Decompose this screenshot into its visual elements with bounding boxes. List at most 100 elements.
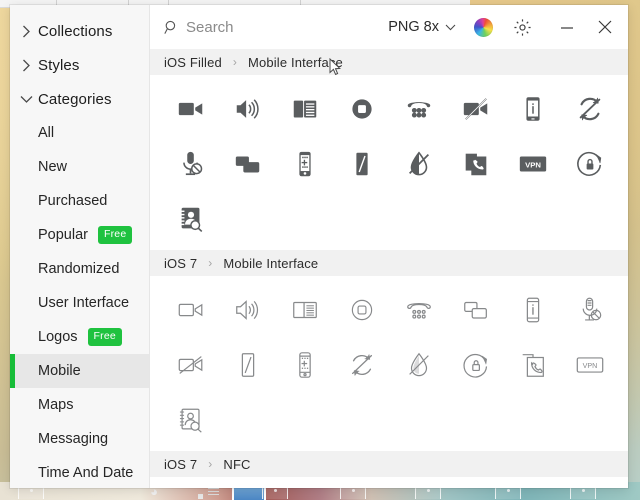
- icon-grid-ios-filled[interactable]: VPN: [150, 75, 628, 250]
- breadcrumb-category: NFC: [223, 456, 251, 472]
- sidebar-item-label: Mobile: [38, 363, 81, 379]
- icon-home-button[interactable]: [333, 282, 390, 337]
- icon-grid-empty-cell: [276, 191, 333, 246]
- icon-phone-info[interactable]: [504, 81, 561, 136]
- sidebar-group-collections[interactable]: Collections: [10, 14, 149, 48]
- icon-grid-empty-cell: [561, 483, 618, 488]
- sidebar-item-logos[interactable]: Logos Free: [10, 320, 149, 354]
- color-wheel-icon[interactable]: [474, 17, 493, 37]
- sidebar-group-label: Styles: [38, 56, 80, 74]
- icon-vpn[interactable]: VPN: [561, 337, 618, 392]
- section-header-ios-filled-mobile-interface: iOS Filled › Mobile Interface: [150, 49, 628, 75]
- sidebar-item-new[interactable]: New: [10, 150, 149, 184]
- icon-multitask-windows[interactable]: [447, 282, 504, 337]
- svg-text:VPN: VPN: [525, 160, 541, 169]
- icon-video-camera[interactable]: [162, 282, 219, 337]
- icon-grid-empty-cell: [333, 392, 390, 447]
- sidebar-item-label: New: [38, 159, 68, 175]
- icon-multitask-windows[interactable]: [219, 136, 276, 191]
- icon-nfc-device[interactable]: [333, 483, 390, 488]
- sidebar[interactable]: Collections Styles Categories All New Pu…: [10, 5, 150, 488]
- icon-water-drop-off[interactable]: [390, 337, 447, 392]
- icon-speaker-volume[interactable]: [219, 81, 276, 136]
- icon-rotation-lock[interactable]: [447, 337, 504, 392]
- minimize-button[interactable]: [554, 14, 580, 40]
- breadcrumb-style: iOS 7: [164, 255, 198, 271]
- breadcrumb-separator-icon: ›: [208, 457, 213, 471]
- icon-flashlight[interactable]: [333, 136, 390, 191]
- sidebar-item-user-interface[interactable]: User Interface: [10, 286, 149, 320]
- icon-grid-ios7[interactable]: VPN: [150, 276, 628, 451]
- sidebar-item-mobile[interactable]: Mobile: [10, 354, 149, 388]
- breadcrumb-style: iOS Filled: [164, 54, 222, 70]
- sidebar-item-time-and-date[interactable]: Time And Date: [10, 456, 149, 488]
- icon-grid-empty-cell: [561, 392, 618, 447]
- sidebar-item-popular[interactable]: Popular Free: [10, 218, 149, 252]
- sidebar-item-label: Popular: [38, 227, 88, 243]
- svg-text:VPN: VPN: [582, 362, 597, 370]
- icon-grid-empty-cell: [390, 483, 447, 488]
- icon-rotation-lock[interactable]: [561, 136, 618, 191]
- icon-video-camera[interactable]: [162, 81, 219, 136]
- format-selector[interactable]: PNG 8x: [388, 19, 456, 35]
- sidebar-group-categories[interactable]: Categories: [10, 82, 149, 116]
- icon-book-open[interactable]: [276, 81, 333, 136]
- icon-grid-empty-cell: [447, 483, 504, 488]
- icon-grid-empty-cell: [219, 483, 276, 488]
- sidebar-item-randomized[interactable]: Randomized: [10, 252, 149, 286]
- sidebar-group-label: Categories: [38, 90, 112, 108]
- icon-contacts-search[interactable]: [162, 392, 219, 447]
- icon-book-open[interactable]: [276, 282, 333, 337]
- icon-microphone-off[interactable]: [561, 282, 618, 337]
- icon-grid-ios7-nfc[interactable]: [150, 477, 628, 488]
- close-button[interactable]: [592, 14, 618, 40]
- sidebar-item-label: All: [38, 125, 55, 141]
- icon-phone-add[interactable]: [276, 136, 333, 191]
- sidebar-group-styles[interactable]: Styles: [10, 48, 149, 82]
- icon-nfc-tag[interactable]: [276, 483, 333, 488]
- free-badge: Free: [87, 328, 122, 346]
- main-panel: Search PNG 8x iOS Filled › Mobile Interf…: [150, 5, 628, 488]
- icon-vpn[interactable]: VPN: [504, 136, 561, 191]
- icon-flashlight[interactable]: [219, 337, 276, 392]
- icon-grid-empty-cell: [447, 191, 504, 246]
- icon-grid-empty-cell: [390, 191, 447, 246]
- icon-phone-dial-pad[interactable]: [390, 282, 447, 337]
- icon-grid-empty-cell: [219, 191, 276, 246]
- icon-phone-call-pages[interactable]: [504, 337, 561, 392]
- format-selector-value: PNG 8x: [388, 19, 439, 35]
- sidebar-item-maps[interactable]: Maps: [10, 388, 149, 422]
- icon-video-camera-off[interactable]: [447, 81, 504, 136]
- sidebar-item-messaging[interactable]: Messaging: [10, 422, 149, 456]
- icon-video-camera-off[interactable]: [162, 337, 219, 392]
- icon-phone-call-pages[interactable]: [447, 136, 504, 191]
- search-field[interactable]: Search: [164, 19, 388, 36]
- icon-speaker-volume[interactable]: [219, 282, 276, 337]
- chevron-right-icon: [18, 59, 34, 72]
- icon-grid-empty-cell: [276, 392, 333, 447]
- icon-phone-dial-pad[interactable]: [390, 81, 447, 136]
- icon-grid-empty-cell: [333, 191, 390, 246]
- icon-grid-empty-cell: [390, 392, 447, 447]
- icon-phone-add[interactable]: [276, 337, 333, 392]
- icon-phone-info[interactable]: [504, 282, 561, 337]
- section-header-ios7-mobile-interface: iOS 7 › Mobile Interface: [150, 57, 628, 276]
- sidebar-item-label: Messaging: [38, 431, 109, 447]
- sidebar-item-label: Time And Date: [38, 465, 134, 481]
- icon-nfc-signal[interactable]: [162, 483, 219, 488]
- icon-rotation-lock-off[interactable]: [333, 337, 390, 392]
- sidebar-item-all[interactable]: All: [10, 116, 149, 150]
- icon-home-button[interactable]: [333, 81, 390, 136]
- sidebar-item-purchased[interactable]: Purchased: [10, 184, 149, 218]
- icon-browser[interactable]: iOS Filled › Mobile Interface VPN iOS 7 …: [150, 49, 628, 488]
- icon-rotation-lock-off[interactable]: [561, 81, 618, 136]
- chevron-down-icon: [445, 24, 456, 31]
- icon-microphone-off[interactable]: [162, 136, 219, 191]
- gear-icon[interactable]: [513, 18, 532, 37]
- icon-water-drop-off[interactable]: [390, 136, 447, 191]
- list-lines-icon: [208, 488, 219, 497]
- section-header-ios7-nfc: iOS 7 › NFC: [150, 451, 628, 477]
- breadcrumb-separator-icon: ›: [208, 256, 213, 270]
- icon-contacts-search[interactable]: [162, 191, 219, 246]
- chevron-down-icon: [18, 95, 34, 104]
